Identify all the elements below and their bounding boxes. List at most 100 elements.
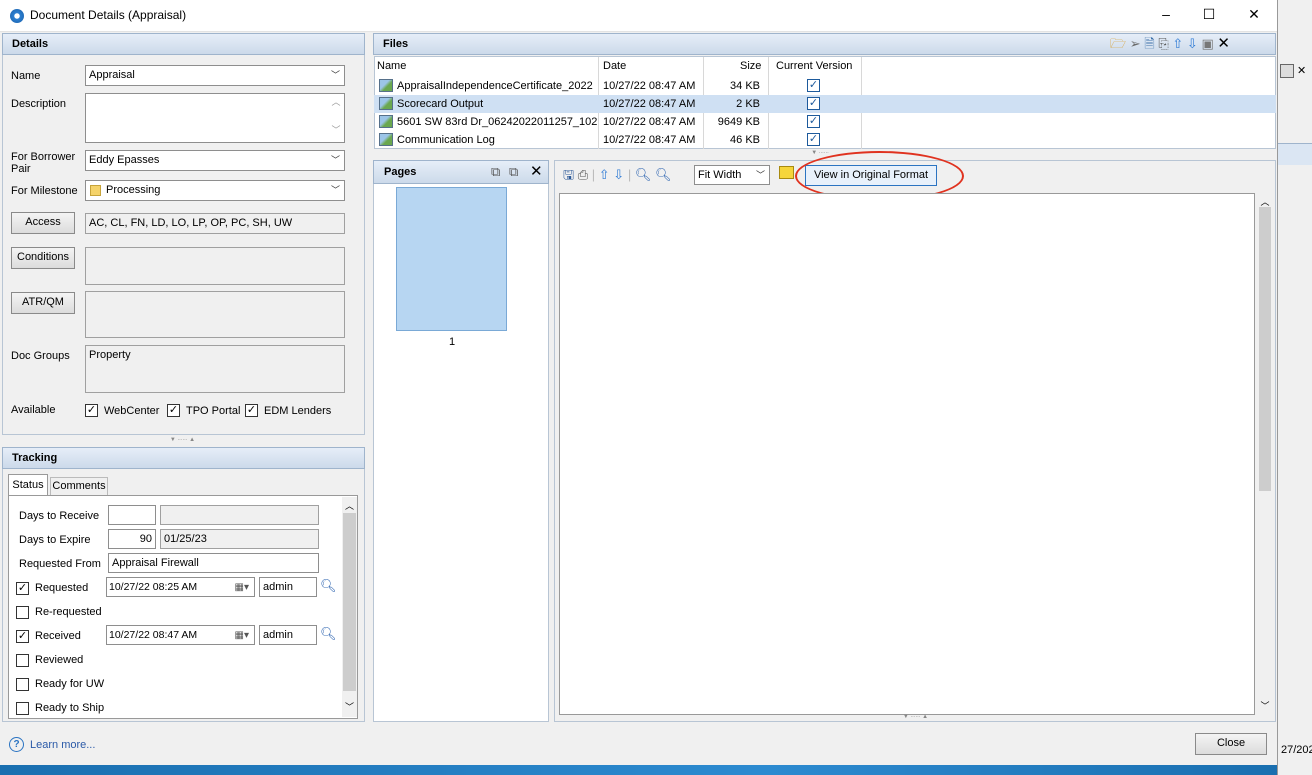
scroll-down-icon[interactable]: ﹀ bbox=[342, 700, 357, 713]
received-user-input[interactable]: admin bbox=[259, 625, 317, 645]
edm-lenders-checkbox[interactable]: ✓ bbox=[245, 404, 258, 417]
conditions-value bbox=[85, 247, 345, 285]
table-row[interactable]: AppraisalIndependenceCertificate_2022 10… bbox=[374, 77, 1276, 95]
file-date: 10/27/22 08:47 AM bbox=[603, 134, 696, 146]
tracking-scrollbar[interactable]: ︿ ﹀ bbox=[342, 497, 357, 717]
requested-from-input[interactable]: Appraisal Firewall bbox=[108, 553, 319, 573]
atr-qm-button[interactable]: ATR/QM bbox=[11, 292, 75, 314]
details-splitter[interactable]: ▼ ∙∙∙∙∙∙ ▲ bbox=[160, 437, 205, 443]
page-number: 1 bbox=[449, 336, 456, 348]
access-button[interactable]: Access bbox=[11, 212, 75, 234]
reviewed-checkbox[interactable] bbox=[16, 654, 29, 667]
file-name: 5601 SW 83rd Dr_06242022011257_102 bbox=[397, 116, 597, 128]
close-pages-icon[interactable]: ✕ bbox=[530, 161, 543, 182]
conditions-button[interactable]: Conditions bbox=[11, 247, 75, 269]
milestone-dropdown[interactable]: Processing ﹀ bbox=[85, 180, 345, 201]
paste-icon[interactable]: ⧉ bbox=[509, 161, 518, 182]
x-icon: ✕ bbox=[1297, 65, 1307, 77]
tab-status[interactable]: Status bbox=[8, 474, 48, 496]
current-version-checkbox[interactable]: ✓ bbox=[807, 133, 820, 146]
scroll-down-icon[interactable]: ﹀ bbox=[1256, 699, 1274, 712]
requested-label: Requested bbox=[35, 582, 89, 594]
document-view[interactable] bbox=[559, 193, 1255, 715]
webcenter-checkbox[interactable]: ✓ bbox=[85, 404, 98, 417]
minimize-button[interactable]: – bbox=[1153, 6, 1179, 22]
tab-comments[interactable]: Comments bbox=[50, 477, 108, 496]
reviewed-label: Reviewed bbox=[35, 654, 84, 666]
page-thumbnail[interactable] bbox=[396, 187, 507, 331]
search-icon[interactable]: 🔍︎ bbox=[320, 579, 337, 593]
save-icon[interactable]: 🖫 bbox=[563, 167, 574, 182]
viewer-splitter[interactable]: ▼ ∙∙∙∙∙∙ ▲ bbox=[893, 714, 938, 720]
zoom-out-icon[interactable]: 🔍︎ bbox=[635, 167, 652, 182]
received-date-input[interactable]: 10/27/22 08:47 AM ▦▾ bbox=[106, 625, 255, 645]
annotation-icon[interactable] bbox=[779, 166, 794, 179]
scroll-thumb[interactable] bbox=[1259, 207, 1271, 491]
milestone-value: Processing bbox=[106, 184, 161, 196]
files-col-header-size[interactable]: Size bbox=[740, 60, 761, 72]
print-icon[interactable]: ⎙ bbox=[578, 167, 588, 182]
description-textarea[interactable] bbox=[85, 93, 345, 143]
ready-to-ship-label: Ready to Ship bbox=[35, 702, 105, 714]
copy-icon[interactable]: ⧉ bbox=[491, 161, 500, 182]
details-header: Details bbox=[2, 33, 365, 55]
forward-icon[interactable]: ➢ bbox=[1130, 36, 1141, 51]
requested-checkbox[interactable]: ✓ bbox=[16, 582, 29, 595]
days-to-expire-input[interactable]: 90 bbox=[108, 529, 156, 549]
name-value: Appraisal bbox=[89, 69, 135, 81]
days-to-expire-label: Days to Expire bbox=[19, 534, 91, 546]
file-date: 10/27/22 08:47 AM bbox=[603, 80, 696, 92]
ready-for-uw-checkbox[interactable] bbox=[16, 678, 29, 691]
close-button[interactable]: Close bbox=[1195, 733, 1267, 755]
requested-user-input[interactable]: admin bbox=[259, 577, 317, 597]
document-icon[interactable]: 🗎 bbox=[1144, 36, 1154, 51]
files-toolbar: 🗁 ➢ 🗎 ⎘ ⇧ ⇩ ▣ ✕ bbox=[1110, 35, 1230, 53]
name-dropdown[interactable]: Appraisal ﹀ bbox=[85, 65, 345, 86]
maximize-button[interactable]: ☐ bbox=[1196, 6, 1222, 23]
file-name: AppraisalIndependenceCertificate_2022 bbox=[397, 80, 593, 92]
search-icon[interactable]: 🔍︎ bbox=[320, 627, 337, 641]
attach-icon[interactable]: ⎘ bbox=[1158, 36, 1168, 51]
viewer-scrollbar[interactable]: ︿ ﹀ bbox=[1256, 193, 1274, 715]
table-row[interactable]: Communication Log 10/27/22 08:47 AM 46 K… bbox=[374, 131, 1276, 149]
delete-icon[interactable]: ✕ bbox=[1217, 35, 1230, 52]
doc-groups-value: Property bbox=[85, 345, 345, 393]
page-up-icon[interactable]: ⇧ bbox=[599, 167, 610, 182]
days-to-receive-input[interactable] bbox=[108, 505, 156, 525]
close-window-button[interactable]: ✕ bbox=[1241, 6, 1267, 23]
tracking-header: Tracking bbox=[2, 447, 365, 469]
files-col-header-date[interactable]: Date bbox=[603, 60, 626, 72]
open-folder-icon[interactable]: 🗁 bbox=[1110, 36, 1126, 51]
current-version-checkbox[interactable]: ✓ bbox=[807, 97, 820, 110]
requested-date-input[interactable]: 10/27/22 08:25 AM ▦▾ bbox=[106, 577, 255, 597]
files-splitter[interactable]: ▼ ∙∙∙∙∙∙ bbox=[805, 150, 835, 156]
current-version-checkbox[interactable]: ✓ bbox=[807, 79, 820, 92]
calendar-icon[interactable]: ▦▾ bbox=[235, 579, 249, 596]
edm-lenders-label: EDM Lenders bbox=[264, 405, 332, 417]
scroll-thumb[interactable] bbox=[343, 513, 356, 691]
background-window-strip: ✕ 27/202 bbox=[1277, 0, 1312, 775]
scroll-up-icon[interactable]: ︿ bbox=[342, 499, 357, 512]
zoom-select[interactable]: Fit Width ﹀ bbox=[694, 165, 770, 185]
help-icon[interactable]: ? bbox=[9, 737, 24, 752]
image-icon[interactable]: ▣ bbox=[1201, 36, 1213, 51]
files-col-header-name[interactable]: Name bbox=[377, 60, 406, 72]
calendar-icon[interactable]: ▦▾ bbox=[235, 627, 249, 644]
files-col-header-current[interactable]: Current Version bbox=[776, 60, 852, 72]
table-row[interactable]: 5601 SW 83rd Dr_06242022011257_102 10/27… bbox=[374, 113, 1276, 131]
current-version-checkbox[interactable]: ✓ bbox=[807, 115, 820, 128]
image-file-icon bbox=[379, 133, 393, 146]
zoom-in-icon[interactable]: 🔍︎ bbox=[655, 167, 672, 182]
app-icon bbox=[10, 9, 24, 23]
move-down-icon[interactable]: ⇩ bbox=[1187, 36, 1198, 51]
move-up-icon[interactable]: ⇧ bbox=[1172, 36, 1183, 51]
borrower-dropdown[interactable]: Eddy Epasses ﹀ bbox=[85, 150, 345, 171]
table-row-selected[interactable]: Scorecard Output 10/27/22 08:47 AM 2 KB … bbox=[374, 95, 1276, 113]
page-down-icon[interactable]: ⇩ bbox=[613, 167, 624, 182]
description-scrollbar[interactable]: ︿ ﹀ bbox=[329, 95, 343, 141]
received-checkbox[interactable]: ✓ bbox=[16, 630, 29, 643]
tpo-portal-checkbox[interactable]: ✓ bbox=[167, 404, 180, 417]
re-requested-checkbox[interactable] bbox=[16, 606, 29, 619]
learn-more-link[interactable]: Learn more... bbox=[30, 739, 95, 751]
ready-to-ship-checkbox[interactable] bbox=[16, 702, 29, 715]
